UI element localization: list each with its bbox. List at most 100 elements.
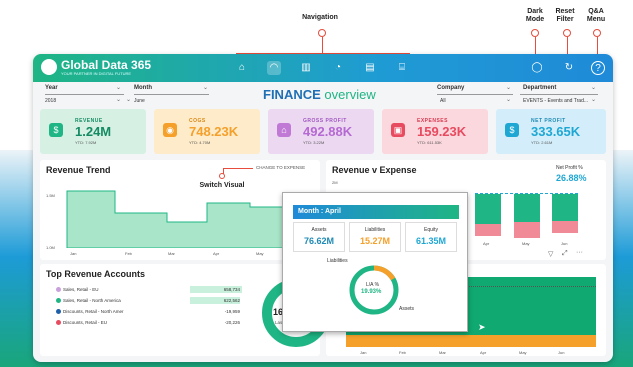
x-tick: Jun: [561, 241, 568, 246]
brand-tagline: YOUR PARTNER IN DIGITAL FUTURE: [61, 71, 132, 76]
kpi-value: 492.88K: [303, 124, 353, 139]
dark-mode-callout: Dark Mode: [525, 8, 545, 23]
expense-bar[interactable]: [514, 222, 540, 238]
account-name: Discounts, Retail - North Amer: [63, 309, 124, 314]
month-tooltip: Month : April Assets 76.62M Liabilities …: [282, 192, 468, 332]
revenue-bar[interactable]: [552, 194, 578, 221]
expense-bar[interactable]: [475, 224, 501, 236]
gauge-icon[interactable]: ◠: [267, 61, 281, 75]
grid-icon[interactable]: ▤: [363, 61, 377, 75]
top-accounts-title: Top Revenue Accounts: [46, 269, 146, 279]
y-tick: 2M: [332, 180, 338, 185]
y-tick: 1.5M: [46, 193, 55, 198]
x-tick: Apr: [213, 251, 220, 256]
revenue-bar[interactable]: [514, 194, 540, 222]
x-tick: Apr: [483, 241, 490, 246]
kpi-value: 333.65K: [531, 124, 581, 139]
account-value: -19,959: [224, 309, 240, 314]
bulb-icon[interactable]: ◯: [530, 61, 544, 75]
account-value: 658,734: [223, 287, 240, 292]
company-chevron-icon[interactable]: ⌄: [506, 84, 511, 91]
legend-dot: [56, 287, 61, 292]
switch-visual-callout: Switch Visual: [199, 182, 245, 189]
pie-chart-icon[interactable]: ◔: [331, 61, 345, 75]
bar-chart-icon[interactable]: ▥: [299, 61, 313, 75]
globe-logo-icon: [41, 59, 57, 75]
month-chevron-icon[interactable]: ⌄: [203, 84, 208, 91]
reset-filter-callout: Reset Filter: [555, 8, 575, 23]
money-bag-icon: $: [49, 123, 63, 137]
x-tick: Jan: [360, 350, 367, 355]
question-icon[interactable]: ?: [591, 61, 605, 75]
account-name: Sales, Retail - North America: [63, 298, 121, 303]
company-value-chevron-icon[interactable]: ⌄: [506, 96, 511, 103]
x-tick: Mar: [168, 251, 175, 256]
refresh-icon[interactable]: ↻: [562, 61, 576, 75]
month-select[interactable]: June: [134, 98, 145, 104]
legend-dot: [56, 298, 61, 303]
net-profit-value: 26.88%: [556, 173, 587, 183]
net-profit-label: Net Profit %: [556, 165, 583, 171]
home-money-icon: ⌂: [277, 123, 291, 137]
year-value-chevron-icon[interactable]: ⌄: [116, 96, 121, 103]
navigation-callout: Navigation: [302, 14, 338, 21]
page-title: FINANCE overview: [263, 87, 376, 102]
year-label: Year: [45, 85, 58, 91]
reset-filter-callout-dot: [563, 29, 571, 37]
mouse-cursor-icon: ➤: [478, 322, 486, 332]
revenue-trend-title: Revenue Trend: [46, 165, 111, 175]
kpi-ytd: YTD: 4.70M: [189, 140, 211, 145]
kpi-expenses[interactable]: ▣ EXPENSES 159.23K YTD: 611.53K: [382, 109, 488, 154]
filter-icon[interactable]: ▽: [548, 250, 553, 258]
liabilities-value: 15.27M: [359, 236, 391, 246]
coin-icon: ◉: [163, 123, 177, 137]
kpi-value: 1.24M: [75, 124, 112, 139]
change-to-expense-link[interactable]: CHANGE TO EXPENSE: [256, 165, 305, 170]
company-divider: [437, 94, 513, 95]
kpi-gross-profit[interactable]: ⌂ GROSS PROFIT 492.88K YTD: 3.22M: [268, 109, 374, 154]
more-options-icon[interactable]: ···: [576, 249, 583, 256]
ring-assets-label: Assets: [399, 306, 415, 312]
page-title-part2: overview: [324, 87, 376, 102]
kpi-cogs[interactable]: ◉ COGS 748.23K YTD: 4.70M: [154, 109, 260, 154]
assets-value: 76.62M: [303, 236, 335, 246]
x-tick: May: [519, 350, 527, 355]
qa-menu-callout-dot: [593, 29, 601, 37]
kpi-value: 748.23K: [189, 124, 239, 139]
account-value: -20,226: [224, 320, 240, 325]
bottom-area-orange[interactable]: [346, 335, 596, 347]
department-chevron-icon[interactable]: ⌄: [591, 84, 596, 91]
revenue-expense-title: Revenue v Expense: [332, 165, 417, 175]
liabilities-card: Liabilities 15.27M: [349, 222, 401, 252]
department-select[interactable]: EVENTS - Events and Trad...: [523, 98, 588, 104]
expense-bar[interactable]: [552, 221, 578, 233]
bank-icon[interactable]: ⌸: [395, 61, 409, 75]
kpi-ytd: YTD: 3.22M: [303, 140, 325, 145]
month-label: Month: [134, 85, 152, 91]
kpi-revenue[interactable]: $ REVENUE 1.24M YTD: 7.92M: [40, 109, 146, 154]
navigation-callout-line: [322, 37, 323, 53]
department-value-chevron-icon[interactable]: ⌄: [591, 96, 596, 103]
kpi-net-profit[interactable]: $ NET PROFIT 333.65K YTD: 2.61M: [496, 109, 606, 154]
month-value-chevron-icon[interactable]: ⌄: [126, 96, 131, 103]
ring-value: 19.93%: [361, 289, 382, 295]
switch-visual-callout-line2: [223, 168, 253, 169]
y-tick: 1.0M: [46, 245, 55, 250]
account-value: 622,562: [223, 298, 240, 303]
home-icon[interactable]: ⌂: [235, 61, 249, 75]
revenue-bar[interactable]: [475, 194, 501, 224]
ring-liabilities: [373, 265, 396, 281]
assets-card: Assets 76.62M: [293, 222, 345, 252]
qa-menu-callout: Q&A Menu: [586, 8, 606, 23]
x-tick: May: [256, 251, 264, 256]
wallet-icon: ▣: [391, 123, 405, 137]
company-select[interactable]: All: [440, 98, 446, 104]
year-chevron-icon[interactable]: ⌄: [116, 84, 121, 91]
account-name: Sales, Retail - EU: [63, 287, 99, 292]
year-select[interactable]: 2018: [45, 98, 56, 104]
account-name: Discounts, Retail - EU: [63, 320, 108, 325]
expand-icon[interactable]: ⤢: [562, 250, 568, 258]
kpi-ytd: YTD: 2.61M: [531, 140, 553, 145]
department-divider: [520, 94, 598, 95]
brand-name: Global Data 365: [61, 58, 152, 72]
